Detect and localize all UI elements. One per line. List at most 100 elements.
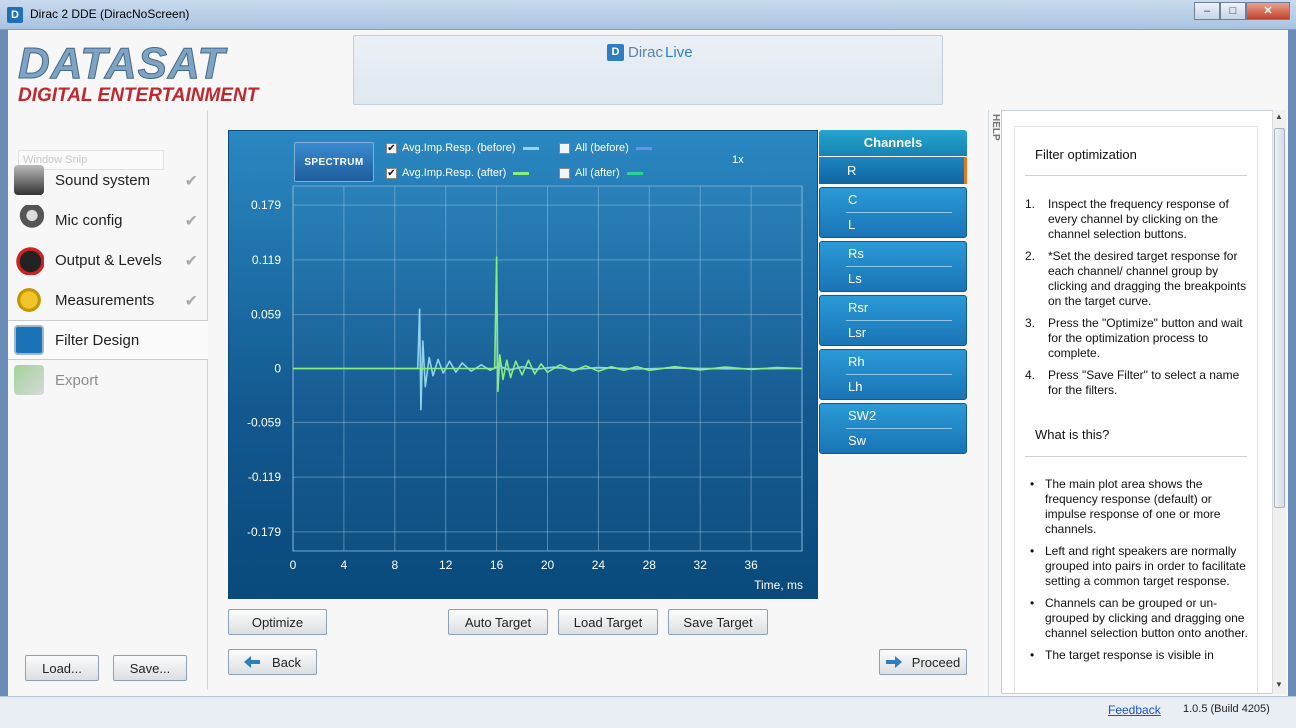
help-title: Filter optimization	[1035, 147, 1137, 162]
save-target-button[interactable]: Save Target	[668, 609, 768, 635]
app-icon: D	[7, 7, 23, 23]
window-title: Dirac 2 DDE (DiracNoScreen)	[30, 7, 190, 21]
channel-group[interactable]: Rh Lh	[819, 349, 967, 400]
help-subtitle: What is this?	[1035, 427, 1110, 442]
help-bullet: • Left and right speakers are normally gr…	[1030, 544, 1246, 588]
app-window: DATASAT DIGITAL ENTERTAINMENT D Dirac Li…	[8, 30, 1288, 700]
channel-button[interactable]: Lsr	[820, 321, 966, 345]
y-tick-label: 0.179	[251, 198, 281, 212]
y-tick-label: -0.059	[247, 415, 281, 429]
help-step: 1. Inspect the frequency response of ever…	[1025, 197, 1229, 241]
channel-group[interactable]: Rs Ls	[819, 241, 967, 292]
back-label: Back	[272, 654, 301, 670]
nav-label: Export	[55, 371, 99, 389]
proceed-button[interactable]: Proceed	[879, 649, 967, 675]
auto-target-button[interactable]: Auto Target	[448, 609, 548, 635]
scroll-thumb[interactable]	[1274, 128, 1285, 508]
channels-header: Channels	[819, 130, 967, 156]
speaker-icon	[14, 165, 44, 195]
arrow-left-icon	[244, 656, 261, 668]
help-scrollbar[interactable]: ▲ ▼	[1272, 110, 1286, 694]
help-panel: Filter optimization 1. Inspect the freque…	[1001, 110, 1285, 694]
maximize-button[interactable]: □	[1220, 2, 1246, 20]
x-tick-label: 20	[541, 558, 555, 572]
help-tab[interactable]: HELP	[988, 110, 1001, 700]
channel-button[interactable]: C	[820, 188, 966, 212]
channel-button-selected[interactable]: R	[819, 157, 967, 184]
nav-mic-config[interactable]: Mic config ✔	[8, 200, 208, 240]
help-bullet: • The target response is visible in	[1030, 648, 1214, 662]
help-divider	[1025, 456, 1247, 457]
minimize-button[interactable]: ‒	[1194, 2, 1220, 20]
y-tick-label: 0.059	[251, 308, 281, 322]
channel-button[interactable]: Ls	[820, 267, 966, 291]
help-bullet: • The main plot area shows the frequency …	[1030, 477, 1221, 536]
sidebar-divider-bottom	[207, 360, 208, 690]
channel-button[interactable]: L	[820, 213, 966, 237]
nav-filter-design[interactable]: Filter Design	[8, 320, 208, 360]
help-tab-label: HELP	[990, 114, 1001, 141]
check-icon: ✔	[184, 213, 198, 230]
y-tick-label: -0.119	[248, 470, 281, 484]
back-button[interactable]: Back	[228, 649, 317, 675]
channel-group[interactable]: SW2 Sw	[819, 403, 967, 454]
brand-dirac: Dirac	[628, 44, 664, 61]
load-target-button[interactable]: Load Target	[558, 609, 658, 635]
export-arrow-icon	[14, 365, 44, 395]
plot-canvas: 0 4 8 12 16 20 24 28 32 36 0.179 0.119 0.059 0 -0.059 -…	[247, 185, 803, 592]
channel-button[interactable]: Rs	[820, 242, 966, 266]
tape-measure-icon	[14, 285, 44, 315]
microphone-icon	[14, 205, 44, 235]
dirac-live-logo: D Dirac Live	[607, 44, 693, 61]
waveform-monitor-icon	[14, 325, 44, 355]
impulse-response-plot[interactable]: SPECTRUM ✔ Avg.Imp.Resp. (before) All (b…	[228, 130, 818, 599]
logo-line-1: DATASAT	[18, 39, 226, 88]
scroll-up-icon[interactable]: ▲	[1275, 112, 1283, 121]
x-tick-label: 36	[744, 558, 758, 572]
help-steps: 1. Inspect the frequency response of ever…	[1025, 197, 1253, 405]
close-button[interactable]: ✕	[1246, 2, 1290, 20]
x-tick-label: 16	[490, 558, 504, 572]
x-tick-label: 28	[643, 558, 657, 572]
channel-group[interactable]: CL	[819, 187, 967, 238]
nav-label: Sound system	[55, 171, 151, 189]
scroll-down-icon[interactable]: ▼	[1275, 680, 1283, 689]
nav-label: Filter Design	[55, 331, 140, 349]
nav-output-levels[interactable]: Output & Levels ✔	[8, 240, 208, 280]
check-icon: ✔	[184, 293, 198, 310]
channel-button[interactable]: Rsr	[820, 296, 966, 320]
help-bullet: • Channels can be grouped or un-grouped b…	[1030, 596, 1248, 640]
arrow-right-icon	[885, 656, 902, 668]
x-tick-label: 8	[391, 558, 398, 572]
feedback-link[interactable]: Feedback	[1108, 703, 1161, 717]
channel-group[interactable]: Rsr Lsr	[819, 295, 967, 346]
optimize-button[interactable]: Optimize	[228, 609, 327, 635]
nav-measurements[interactable]: Measurements ✔	[8, 280, 208, 320]
x-tick-label: 24	[592, 558, 606, 572]
help-bullets: • The main plot area shows the frequency …	[1030, 477, 1253, 670]
logo-line-2: DIGITAL ENTERTAINMENT	[18, 85, 259, 106]
channel-button[interactable]: Sw	[820, 429, 966, 453]
nav-sound-system[interactable]: Sound system ✔	[8, 160, 208, 200]
x-tick-label: 12	[439, 558, 453, 572]
channel-button[interactable]: Lh	[820, 375, 966, 399]
proceed-label: Proceed	[911, 654, 961, 670]
y-tick-label: 0.119	[252, 253, 281, 267]
load-button[interactable]: Load...	[25, 655, 99, 681]
x-axis-label: Time, ms	[754, 578, 803, 592]
help-step: 4. Press "Save Filter" to select a name f…	[1025, 368, 1240, 397]
check-icon: ✔	[184, 173, 198, 190]
check-icon: ✔	[184, 253, 198, 270]
help-step: 2. *Set the desired target response for e…	[1025, 249, 1247, 308]
status-bar: Feedback 1.0.5 (Build 4205)	[0, 696, 1296, 728]
channel-button[interactable]: Rh	[820, 350, 966, 374]
save-button[interactable]: Save...	[113, 655, 187, 681]
nav-export[interactable]: Export	[8, 360, 208, 400]
y-tick-label: -0.179	[247, 525, 281, 539]
x-tick-label: 0	[290, 558, 297, 572]
help-content: Filter optimization 1. Inspect the freque…	[1014, 126, 1258, 693]
version-label: 1.0.5 (Build 4205)	[1183, 703, 1270, 715]
help-divider	[1025, 175, 1247, 176]
channel-button[interactable]: SW2	[820, 404, 966, 428]
nav-label: Mic config	[55, 211, 123, 229]
